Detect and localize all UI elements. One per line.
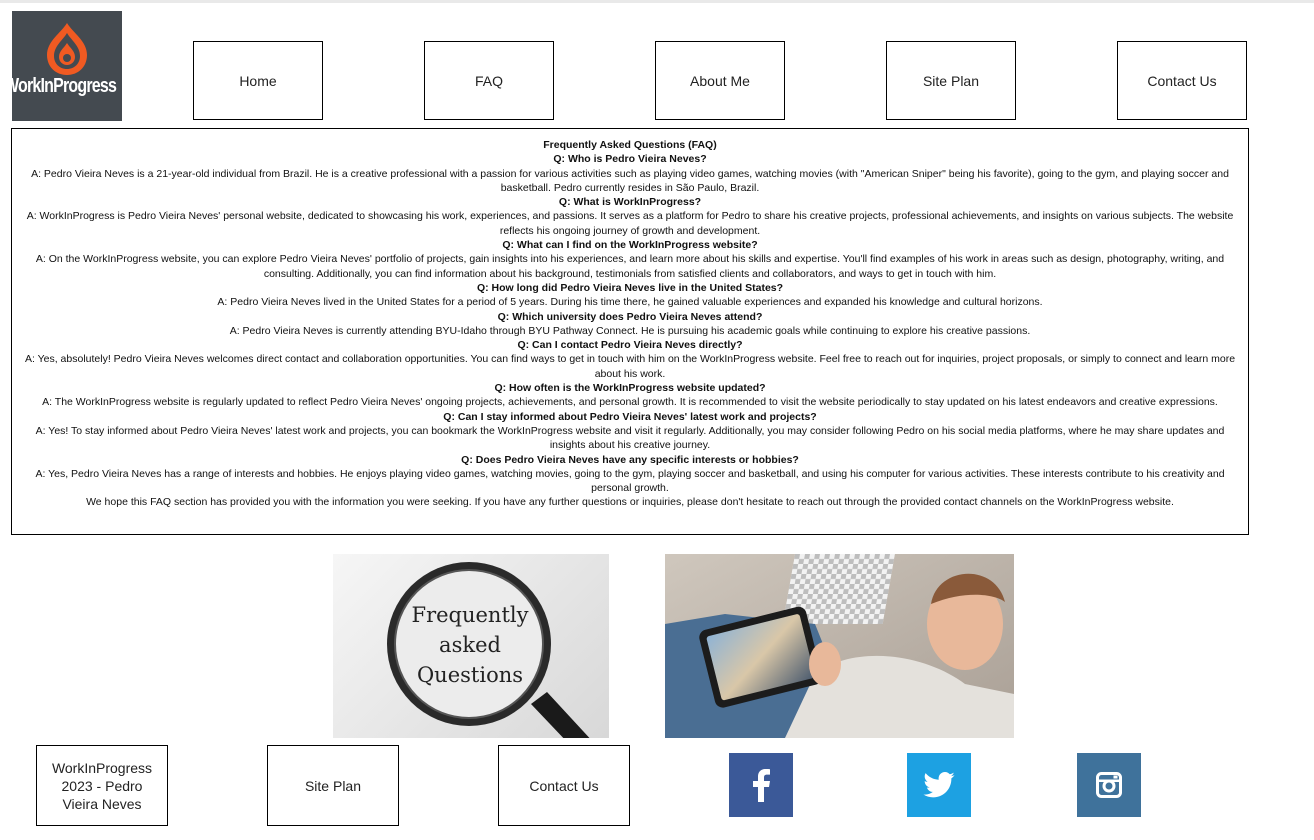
person-tablet-illustration xyxy=(665,554,1014,738)
faq-image-line-3: Questions xyxy=(416,663,524,687)
instagram-link[interactable] xyxy=(1077,753,1141,817)
faq-answer: A: Pedro Vieira Neves is a 21-year-old i… xyxy=(31,167,1229,194)
top-border xyxy=(0,0,1314,3)
nav-home[interactable]: Home xyxy=(193,41,323,120)
faq-closing: We hope this FAQ section has provided yo… xyxy=(86,496,1174,509)
facebook-link[interactable] xyxy=(729,753,793,817)
faq-question: Q: How long did Pedro Vieira Neves live … xyxy=(476,281,784,294)
copyright-text: WorkInProgress 2023 - Pedro Vieira Neves xyxy=(51,759,153,812)
site-logo[interactable]: WorkInProgress xyxy=(12,11,122,121)
nav-faq[interactable]: FAQ xyxy=(424,41,554,120)
person-tablet-image xyxy=(665,554,1014,738)
faq-question: Q: Can I contact Pedro Vieira Neves dire… xyxy=(517,339,743,352)
faq-question: Q: Who is Pedro Vieira Neves? xyxy=(553,153,707,166)
faq-answer: A: On the WorkInProgress website, you ca… xyxy=(35,253,1225,280)
faq-magnifier-image: Frequently asked Questions xyxy=(333,554,609,738)
nav-site-plan[interactable]: Site Plan xyxy=(886,41,1016,120)
faq-question: Q: What is WorkInProgress? xyxy=(558,196,702,209)
twitter-link[interactable] xyxy=(907,753,971,817)
faq-section: Frequently Asked Questions (FAQ) Q: Who … xyxy=(11,128,1249,535)
faq-answer: A: Yes! To stay informed about Pedro Vie… xyxy=(35,424,1225,452)
faq-image-line-2: asked xyxy=(439,633,501,657)
twitter-icon xyxy=(923,772,955,798)
faq-question: Q: What can I find on the WorkInProgress… xyxy=(502,239,758,252)
faq-question: Q: Can I stay informed about Pedro Vieir… xyxy=(443,410,817,423)
flame-logo-icon xyxy=(47,23,87,75)
faq-image-line-1: Frequently xyxy=(411,603,529,627)
footer-site-plan[interactable]: Site Plan xyxy=(267,745,399,826)
faq-answer: A: Yes, absolutely! Pedro Vieira Neves w… xyxy=(24,353,1236,380)
faq-answer: A: Pedro Vieira Neves lived in the Unite… xyxy=(217,296,1043,309)
nav-about-me[interactable]: About Me xyxy=(655,41,785,120)
instagram-icon xyxy=(1096,772,1122,798)
faq-title: Frequently Asked Questions (FAQ) xyxy=(543,139,717,151)
faq-answer: A: Yes, Pedro Vieira Neves has a range o… xyxy=(35,467,1225,495)
faq-answer: A: The WorkInProgress website is regular… xyxy=(42,396,1218,409)
footer-copyright: WorkInProgress 2023 - Pedro Vieira Neves xyxy=(36,745,168,826)
nav-contact-us[interactable]: Contact Us xyxy=(1117,41,1247,120)
faq-question: Q: Which university does Pedro Vieira Ne… xyxy=(497,310,763,323)
logo-text: WorkInProgress xyxy=(12,75,117,97)
faq-question: Q: How often is the WorkInProgress websi… xyxy=(494,382,766,395)
facebook-icon xyxy=(753,769,770,802)
faq-answer: A: Pedro Vieira Neves is currently atten… xyxy=(229,324,1031,337)
faq-answer: A: WorkInProgress is Pedro Vieira Neves'… xyxy=(26,210,1234,237)
faq-question: Q: Does Pedro Vieira Neves have any spec… xyxy=(461,453,799,466)
footer-contact-us[interactable]: Contact Us xyxy=(498,745,630,826)
